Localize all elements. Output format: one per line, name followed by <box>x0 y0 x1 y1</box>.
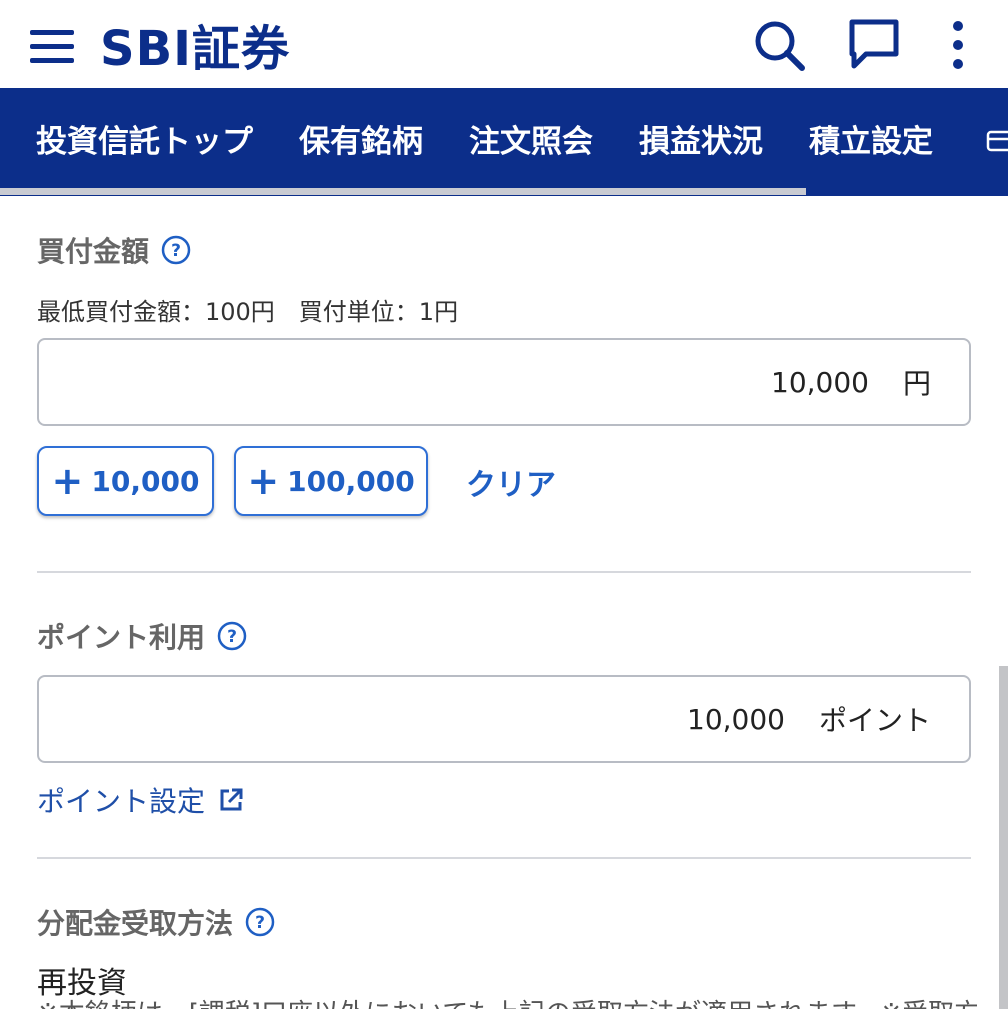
page: SBI証券 投資信託トップ 保有銘柄 注文照会 損益状況 積立設定 買付金額 ?… <box>0 0 1008 1009</box>
distribution-method-heading: 分配金受取方法 ? <box>37 902 275 942</box>
point-settings-link[interactable]: ポイント設定 <box>37 780 245 820</box>
plus-icon: + <box>51 459 84 503</box>
add-10000-label: 10,000 <box>91 464 200 498</box>
chat-icon[interactable] <box>846 16 902 72</box>
search-icon[interactable] <box>752 18 806 72</box>
clear-button[interactable]: クリア <box>466 460 556 504</box>
tab-scroll-indicator <box>0 188 806 195</box>
add-100000-button[interactable]: + 100,000 <box>234 446 428 516</box>
point-settings-label: ポイント設定 <box>37 785 206 818</box>
purchase-conditions: 最低買付金額：100円 買付単位：1円 <box>37 298 459 326</box>
point-usage-unit: ポイント <box>818 704 931 737</box>
tab-order-inquiry[interactable]: 注文照会 <box>469 88 593 188</box>
purchase-amount-input[interactable]: 10,000 円 <box>37 338 971 426</box>
top-bar: SBI証券 <box>0 0 1008 88</box>
point-usage-input[interactable]: 10,000 ポイント <box>37 675 971 763</box>
purchase-amount-unit: 円 <box>902 367 931 400</box>
point-usage-title: ポイント利用 <box>37 621 206 654</box>
divider <box>37 571 971 573</box>
hamburger-menu-icon[interactable] <box>28 22 76 70</box>
tab-list: 投資信託トップ 保有銘柄 注文照会 損益状況 積立設定 <box>0 88 933 188</box>
point-usage-heading: ポイント利用 ? <box>37 616 247 656</box>
help-icon[interactable]: ? <box>245 907 275 937</box>
external-link-icon <box>220 788 243 811</box>
logo[interactable]: SBI証券 <box>100 12 290 77</box>
card-icon[interactable] <box>986 130 1008 152</box>
plus-icon: + <box>247 459 280 503</box>
fund-nav-tabs: 投資信託トップ 保有銘柄 注文照会 損益状況 積立設定 <box>0 88 1008 196</box>
tab-holdings[interactable]: 保有銘柄 <box>299 88 423 188</box>
svg-text:?: ? <box>227 627 237 647</box>
more-vertical-icon[interactable] <box>940 18 976 72</box>
add-10000-button[interactable]: + 10,000 <box>37 446 214 516</box>
divider <box>37 857 971 859</box>
purchase-amount-heading: 買付金額 ? <box>37 230 191 270</box>
svg-text:?: ? <box>171 241 181 261</box>
svg-text:?: ? <box>255 913 265 933</box>
distribution-method-title: 分配金受取方法 <box>37 907 234 940</box>
tab-profit-loss[interactable]: 損益状況 <box>639 88 763 188</box>
help-icon[interactable]: ? <box>161 235 191 265</box>
help-icon[interactable]: ? <box>217 621 247 651</box>
page-scrollbar[interactable] <box>999 666 1008 1009</box>
point-usage-value: 10,000 <box>687 702 785 736</box>
tab-accumulation-settings[interactable]: 積立設定 <box>809 88 933 188</box>
purchase-amount-title: 買付金額 <box>37 235 150 268</box>
tab-fund-top[interactable]: 投資信託トップ <box>36 88 253 188</box>
distribution-note: ※本銘柄は、[課税]口座以外においても上記の受取方法が適用されます。※受取方 <box>37 994 977 1009</box>
add-100000-label: 100,000 <box>287 464 415 498</box>
purchase-amount-value: 10,000 <box>771 365 869 399</box>
